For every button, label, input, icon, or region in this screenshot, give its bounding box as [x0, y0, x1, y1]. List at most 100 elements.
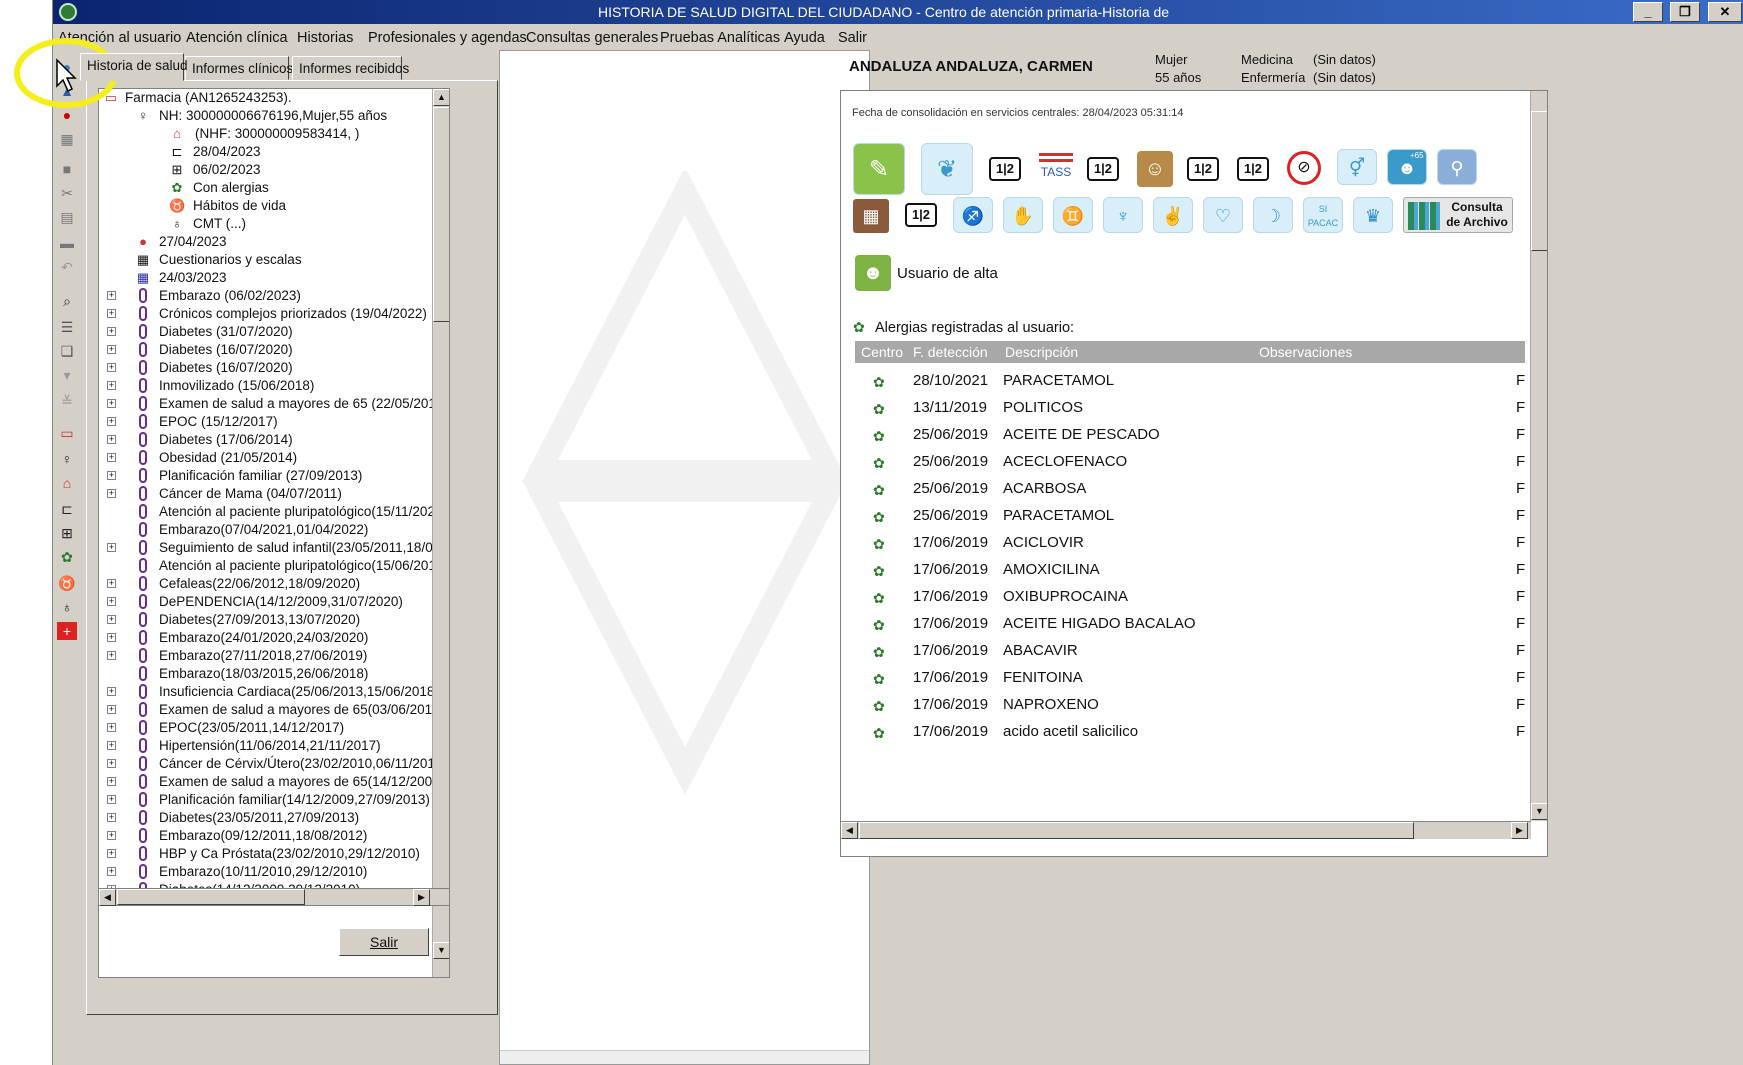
undo-icon[interactable]: ↶ — [57, 258, 77, 276]
episode-item[interactable]: Diabetes(23/05/2011,27/09/2013) — [159, 809, 359, 827]
half-document-icon[interactable]: 1|2 — [1237, 157, 1269, 181]
episode-item[interactable]: Examen de salud a mayores de 65(14/12/20… — [159, 773, 449, 791]
scroll-right-button[interactable]: ▶ — [1511, 822, 1528, 839]
dropdown-icon[interactable]: ▾ — [57, 366, 77, 384]
content-vertical-scrollbar[interactable]: ▼ — [1530, 91, 1547, 821]
menu-pruebas-analiticas[interactable]: Pruebas Analíticas — [660, 30, 780, 46]
salir-button[interactable]: Salir — [339, 928, 429, 956]
episode-item[interactable]: Diabetes (16/07/2020) — [159, 341, 293, 359]
vaccine-icon[interactable]: ✎ — [853, 143, 905, 195]
pill-icon[interactable]: ● — [57, 106, 77, 124]
gender-icon[interactable]: ⚥ — [1337, 149, 1377, 185]
tree-date[interactable]: 27/04/2023 — [159, 233, 227, 251]
episode-item[interactable]: Embarazo(10/11/2010,29/12/2010) — [159, 863, 367, 881]
expand-toggle[interactable]: + — [107, 615, 116, 624]
tree-nhf[interactable]: (NHF: 300000009583414, ) — [195, 125, 359, 143]
episode-item[interactable]: Cáncer de Cérvix/Útero(23/02/2010,06/11/… — [159, 755, 447, 773]
scroll-thumb[interactable] — [117, 889, 305, 905]
episode-item[interactable]: Embarazo(07/04/2021,01/04/2022) — [159, 521, 368, 539]
hand-icon[interactable]: ✋ — [1003, 197, 1043, 233]
table-row[interactable]: ✿ 13/11/2019 POLITICOS F — [855, 394, 1525, 421]
table-row[interactable]: ✿ 17/06/2019 OXIBUPROCAINA F — [855, 583, 1525, 610]
episode-item[interactable]: Insuficiencia Cardiaca(25/06/2013,15/06/… — [159, 683, 439, 701]
tab-informes-clinicos[interactable]: Informes clínicos — [185, 56, 293, 80]
col-centro[interactable]: Centro — [861, 341, 903, 363]
episode-item[interactable]: Seguimiento de salud infantil(23/05/2011… — [159, 539, 449, 557]
menu-profesionales-agendas[interactable]: Profesionales y agendas — [368, 30, 527, 46]
tree-cmt[interactable]: CMT (...) — [193, 215, 246, 233]
lab-icon[interactable]: ♁ — [57, 598, 77, 616]
pharmacy-card-icon[interactable]: ▭ — [57, 424, 77, 442]
table-row[interactable]: ✿ 25/06/2019 PARACETAMOL F — [855, 502, 1525, 529]
expand-toggle[interactable]: + — [107, 579, 116, 588]
documents-icon[interactable]: ❏ — [57, 342, 77, 360]
hierarchy-icon[interactable]: ⊞ — [57, 524, 77, 542]
tass-icon[interactable]: TASS — [1039, 153, 1073, 187]
expand-toggle[interactable]: + — [107, 471, 116, 480]
episode-item[interactable]: HBP y Ca Próstata(23/02/2010,29/12/2010) — [159, 845, 420, 863]
allergy-icon[interactable]: ✿ — [57, 548, 77, 566]
menu-salir[interactable]: Salir — [838, 30, 867, 46]
handshake-icon[interactable]: ✌ — [1153, 197, 1193, 233]
episode-item[interactable]: Embarazo(24/01/2020,24/03/2020) — [159, 629, 368, 647]
tooth-icon[interactable]: ♛ — [1353, 197, 1393, 233]
expand-toggle[interactable]: + — [107, 867, 116, 876]
search-icon[interactable]: ⌕ — [57, 292, 77, 310]
menu-atencion-clinica[interactable]: Atención clínica — [186, 30, 288, 46]
intestine-icon[interactable]: ☽ — [1253, 197, 1293, 233]
expand-toggle[interactable]: + — [107, 363, 116, 372]
expand-toggle[interactable]: + — [107, 399, 116, 408]
menu-consultas-generales[interactable]: Consultas generales — [526, 30, 658, 46]
table-row[interactable]: ✿ 25/06/2019 ACARBOSA F — [855, 475, 1525, 502]
episode-item[interactable]: Crónicos complejos priorizados (19/04/20… — [159, 305, 427, 323]
episode-item[interactable]: Cefaleas(22/06/2012,18/09/2020) — [159, 575, 360, 593]
expand-toggle[interactable]: + — [107, 741, 116, 750]
table-row[interactable]: ✿ 17/06/2019 ACICLOVIR F — [855, 529, 1525, 556]
tree-vertical-scrollbar[interactable]: ▲ ▼ — [432, 89, 449, 977]
tree-allergies[interactable]: Con alergias — [193, 179, 269, 197]
close-button[interactable]: ✕ — [1708, 2, 1742, 22]
wine-icon[interactable]: ♉ — [57, 574, 77, 592]
expand-toggle[interactable]: + — [107, 795, 116, 804]
expand-toggle[interactable]: + — [107, 777, 116, 786]
no-smoking-icon[interactable]: ⊘ — [1287, 151, 1321, 185]
episode-item[interactable]: Hipertensión(11/06/2014,21/11/2017) — [159, 737, 381, 755]
doctor-icon[interactable]: ♀ — [57, 450, 77, 468]
episode-item[interactable]: Obesidad (21/05/2014) — [159, 449, 297, 467]
expand-toggle[interactable]: + — [107, 831, 116, 840]
episode-item[interactable]: Cáncer de Mama (04/07/2011) — [159, 485, 342, 503]
tree-date[interactable]: 24/03/2023 — [159, 269, 227, 287]
table-row[interactable]: ✿ 17/06/2019 FENITOINA F — [855, 664, 1525, 691]
col-descripcion[interactable]: Descripción — [1005, 341, 1078, 363]
paste-icon[interactable]: ▤ — [57, 208, 77, 226]
foot-icon[interactable]: ♐ — [953, 197, 993, 233]
expand-toggle[interactable]: + — [107, 723, 116, 732]
consulta-archivo-button[interactable]: Consulta de Archivo — [1403, 197, 1513, 233]
episode-item[interactable]: Diabetes (16/07/2020) — [159, 359, 293, 377]
lungs-icon[interactable]: ♊ — [1053, 197, 1093, 233]
episode-item[interactable]: Diabetes (31/07/2020) — [159, 323, 293, 341]
si-pacac-icon[interactable]: SI PACAC — [1303, 197, 1343, 233]
expand-toggle[interactable]: + — [107, 597, 116, 606]
episode-item[interactable]: Examen de salud a mayores de 65 (22/05/2… — [159, 395, 448, 413]
table-row[interactable]: ✿ 28/10/2021 PARACETAMOL F — [855, 367, 1525, 394]
episode-item[interactable]: Embarazo(09/12/2011,18/08/2012) — [159, 827, 367, 845]
half-document-icon[interactable]: 1|2 — [1087, 157, 1119, 181]
expand-toggle[interactable]: + — [107, 381, 116, 390]
expand-toggle[interactable]: + — [107, 543, 116, 552]
restore-button[interactable]: ❐ — [1670, 2, 1700, 22]
tree-nh[interactable]: NH: 300000006676196,Mujer,55 años — [159, 107, 387, 125]
stop-icon[interactable]: ■ — [57, 160, 77, 178]
episode-item[interactable]: Embarazo (06/02/2023) — [159, 287, 301, 305]
tab-informes-recibidos[interactable]: Informes recibidos — [292, 56, 409, 80]
table-row[interactable]: ✿ 17/06/2019 NAPROXENO F — [855, 691, 1525, 718]
scroll-left-button[interactable]: ◀ — [99, 889, 116, 906]
emergency-icon[interactable]: + — [57, 622, 77, 640]
half-document-icon[interactable]: 1|2 — [905, 203, 937, 227]
scroll-right-button[interactable]: ▶ — [413, 889, 430, 906]
expand-toggle[interactable]: + — [107, 651, 116, 660]
expand-toggle[interactable]: + — [107, 633, 116, 642]
uterus-icon[interactable]: ♆ — [1103, 197, 1143, 233]
tab-historia-salud[interactable]: Historia de salud — [80, 53, 188, 81]
expand-toggle[interactable]: + — [107, 453, 116, 462]
